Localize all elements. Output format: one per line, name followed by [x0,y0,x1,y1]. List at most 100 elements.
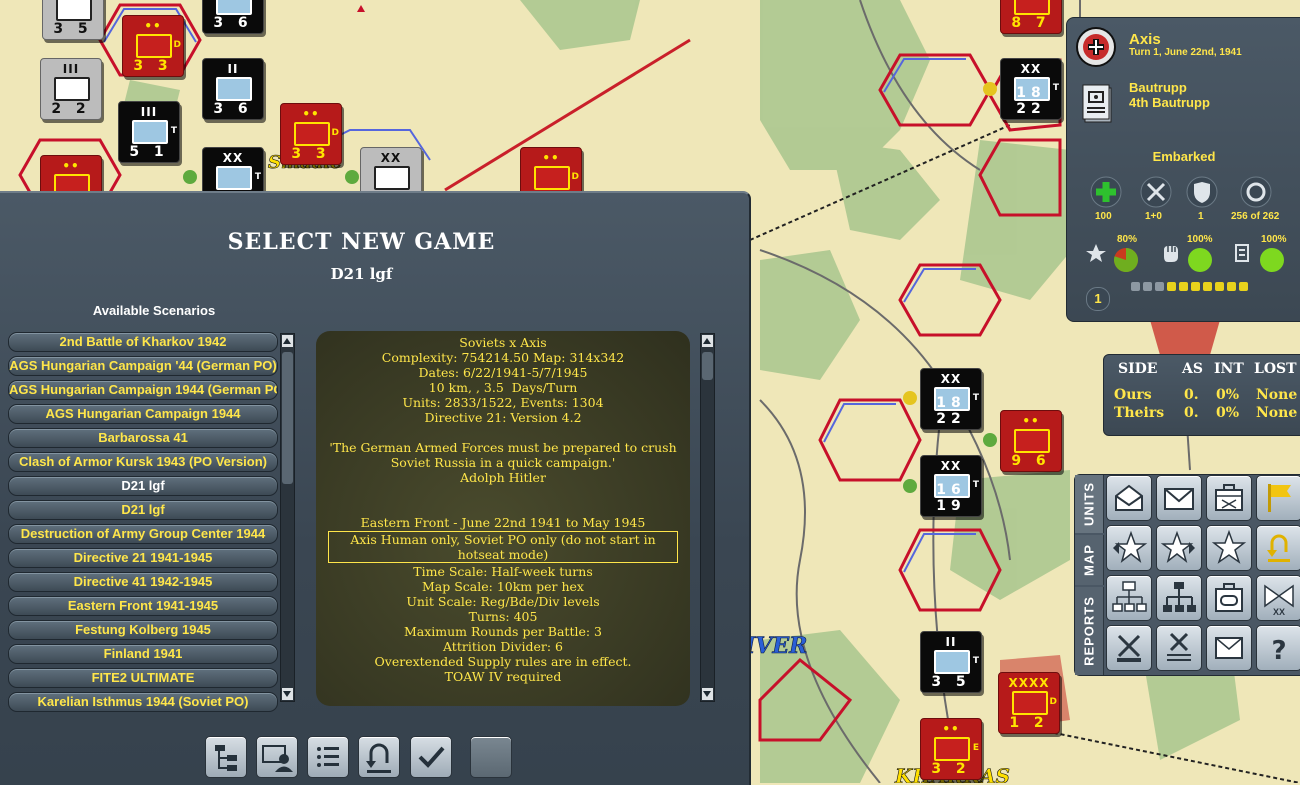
scenario-item[interactable]: Directive 41 1942-1945 [8,572,278,592]
scenario-item[interactable]: Directive 21 1941-1945 [8,548,278,568]
unit-status-tag: T [972,393,979,403]
tab-reports-label: REPORTS [1081,596,1097,666]
scenario-list[interactable]: 2nd Battle of Kharkov 1942 AGS Hungarian … [8,332,278,716]
scenario-item[interactable]: AGS Hungarian Campaign '44 (German PO) [8,356,278,376]
scrollbar-thumb[interactable] [282,352,293,484]
dialog-title: SELECT NEW GAME [227,229,496,255]
scenario-item[interactable]: Festung Kolberg 1945 [8,620,278,640]
tab-units[interactable]: UNITS [1075,475,1104,533]
scenario-item[interactable]: FITE2 ULTIMATE [8,668,278,688]
stat-defense[interactable] [1185,175,1219,213]
unit-counter[interactable]: •• 9 6 [1000,410,1062,472]
scenario-item[interactable]: Clash of Armor Kursk 1943 (PO Version) [8,452,278,472]
col-header-int: INT [1214,361,1244,377]
unit-counter[interactable]: III 5 1T [118,101,180,163]
player-button[interactable] [256,736,298,778]
unit-type-symbol-icon [216,77,252,101]
svg-text:?: ? [1271,636,1286,666]
blank-button[interactable] [470,736,512,778]
unit-counter[interactable]: 3 6 [202,0,264,34]
unit-counter[interactable]: II 3 5T [920,631,982,693]
swords-button[interactable] [1106,625,1152,671]
scenario-item[interactable]: Eastern Front 1941-1945 [8,596,278,616]
axis-cross-icon[interactable] [1075,26,1117,68]
scenario-item[interactable]: AGS Hungarian Campaign 1944 (German PO) [8,380,278,400]
tree-view-button[interactable] [205,736,247,778]
help-button[interactable]: ? [1256,625,1300,671]
scenario-item[interactable]: D21 lgf [8,500,278,520]
unit-counter[interactable]: II 3 6 [202,58,264,120]
org-chart-button[interactable] [1106,575,1152,621]
unit-size-label: XXXX [1008,676,1050,690]
unit-size-label: XX [380,151,402,165]
stat-plus[interactable] [1089,175,1123,213]
movement-pip [1131,282,1140,291]
movement-pip [1179,282,1188,291]
star-left-button[interactable] [1106,525,1152,571]
scrollbar-thumb[interactable] [702,352,713,380]
description-scrollbar[interactable] [700,333,715,702]
tab-reports[interactable]: REPORTS [1075,587,1104,675]
hierarchy-button[interactable] [1156,575,1202,621]
unit-strength: 3 5 [53,21,93,37]
tab-map[interactable]: MAP [1075,535,1104,585]
stat-proficiency[interactable] [1239,175,1273,213]
unit-counter[interactable]: XXXX 1 2D [998,672,1060,734]
unit-counter[interactable]: III 2 2 [40,58,102,120]
star-button[interactable] [1206,525,1252,571]
flag-button[interactable] [1256,475,1300,521]
briefcase-button[interactable] [1206,475,1252,521]
unit-counter[interactable]: XX 18 22 T [920,368,982,430]
undo-button[interactable] [358,736,400,778]
unit-strength: 3 6 [213,15,253,31]
scenario-item[interactable]: Destruction of Army Group Center 1944 [8,524,278,544]
unit-counter[interactable]: •• 3 2E [920,718,982,780]
unit-counter[interactable]: SEC3 5 [42,0,104,40]
unit-counter[interactable]: XX 18 22 T [1000,58,1062,120]
scenario-item[interactable]: AGS Hungarian Campaign 1944 [8,404,278,424]
star-icon [1086,244,1106,262]
unit-card-icon[interactable] [1081,82,1115,126]
description-line: Eastern Front - June 22nd 1941 to May 19… [360,515,646,530]
scroll-down-arrow-icon[interactable] [282,688,293,700]
scenario-list-scrollbar[interactable] [280,333,295,702]
scroll-up-arrow-icon[interactable] [282,335,293,347]
unit-type-symbol-icon [294,122,330,146]
unit-size-label: •• [144,19,162,33]
scenario-item[interactable]: D21 lgf [8,476,278,496]
open-mail-button[interactable] [1106,475,1152,521]
undo-move-button[interactable] [1256,525,1300,571]
swords-list-button[interactable] [1156,625,1202,671]
scroll-up-arrow-icon[interactable] [702,335,713,347]
list-button[interactable] [307,736,349,778]
movement-pip [1203,282,1212,291]
unit-size-label: XX [1020,62,1042,76]
xx-button[interactable]: XX [1256,575,1300,621]
unit-type-symbol-icon [132,120,168,144]
confirm-button[interactable] [410,736,452,778]
star-right-button[interactable] [1156,525,1202,571]
scenario-item[interactable]: Karelian Isthmus 1944 (Soviet PO) [8,692,278,712]
unit-counter[interactable]: •• 3 3D [122,15,184,77]
description-line: Directive 21: Version 4.2 [424,410,582,425]
unit-size-label: XX [940,459,962,473]
description-line: Turns: 405 [468,609,538,624]
select-new-game-dialog: SELECT NEW GAME D21 lgf Available Scenar… [0,191,751,785]
unit-counter[interactable]: •• 3 3D [280,103,342,165]
scroll-down-arrow-icon[interactable] [702,688,713,700]
stat-attack[interactable] [1139,175,1173,213]
unit-size-label: •• [1022,414,1040,428]
scenario-item[interactable]: Finland 1941 [8,644,278,664]
stat-value: 1+0 [1145,211,1162,222]
mail-button[interactable] [1156,475,1202,521]
task-button[interactable] [1206,575,1252,621]
unit-type-symbol-icon [216,166,252,190]
stat-value: 100 [1095,211,1112,222]
unit-counter[interactable]: ••8 7 [1000,0,1062,34]
unit-strength: 5 1 [129,144,169,160]
message-button[interactable] [1206,625,1252,671]
unit-type-symbol-icon [1012,691,1048,715]
scenario-item[interactable]: 2nd Battle of Kharkov 1942 [8,332,278,352]
scenario-item[interactable]: Barbarossa 41 [8,428,278,448]
unit-counter[interactable]: XX 16 19 T [920,455,982,517]
